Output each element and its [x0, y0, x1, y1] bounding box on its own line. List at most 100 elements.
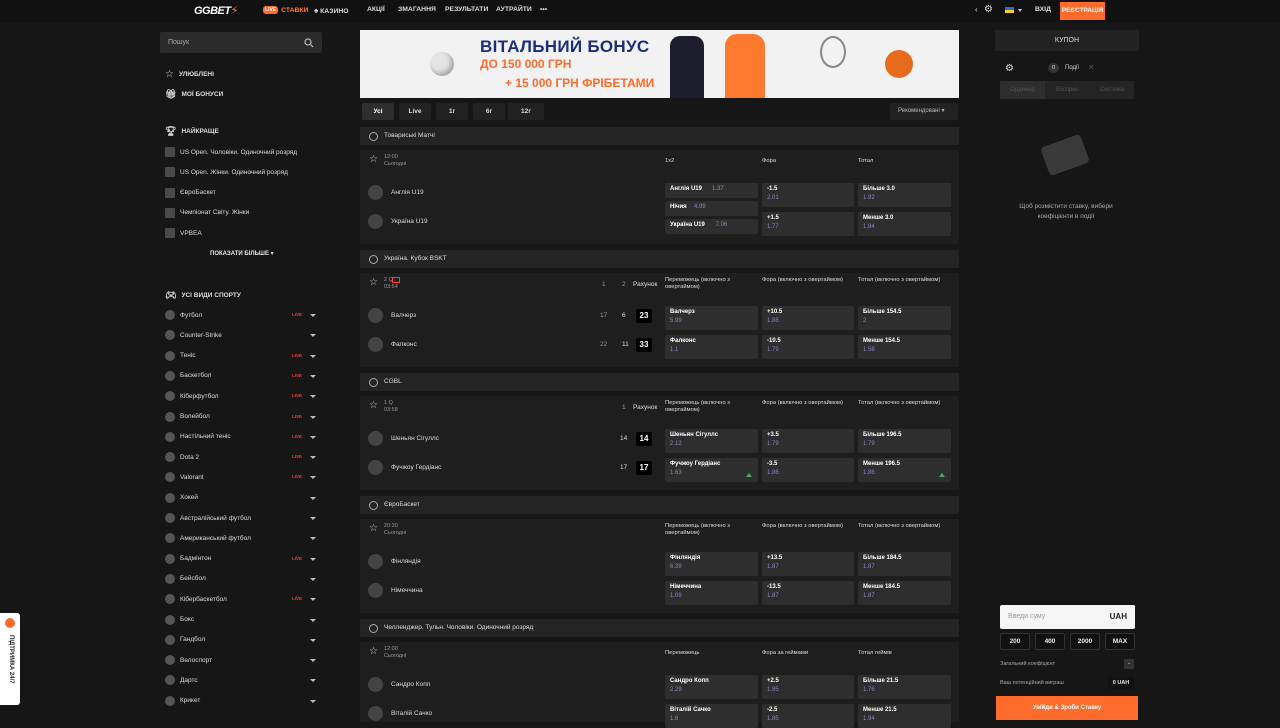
chevron-down-icon[interactable] [310, 334, 316, 338]
sidebar-sport-item[interactable]: Баскетбол [165, 369, 211, 383]
odds-button[interactable]: -10.5 1.79 [762, 335, 854, 359]
nav-casino[interactable]: ♠ КАЗИНО [314, 6, 349, 15]
chevron-down-icon[interactable] [310, 456, 316, 460]
chevron-down-icon[interactable] [310, 476, 316, 480]
team-row[interactable]: Фалконс [368, 336, 417, 352]
star-icon[interactable]: ☆ [369, 400, 378, 411]
quick-amount-400[interactable]: 400 [1035, 633, 1065, 650]
odds-button[interactable]: Віталій Сачко 1.6 [665, 704, 758, 728]
close-icon[interactable]: ✕ [1088, 63, 1095, 72]
live-stream-icon[interactable] [392, 277, 400, 283]
sidebar-sport-item[interactable]: Крикет [165, 694, 200, 708]
tab-1h[interactable]: 1г [436, 103, 468, 120]
welcome-bonus-banner[interactable]: ВІТАЛЬНИЙ БОНУС ДО 150 000 ГРН + 15 000 … [360, 30, 959, 98]
team-row[interactable]: Німеччина [368, 582, 423, 598]
tab-all[interactable]: Усі [362, 103, 394, 120]
odds-button[interactable]: -13.5 1.87 [762, 581, 854, 605]
star-icon[interactable]: ☆ [369, 523, 378, 534]
odds-button[interactable]: +2.5 1.85 [762, 675, 854, 699]
sidebar-sport-item[interactable]: Футбол [165, 308, 202, 322]
chevron-down-icon[interactable] [310, 638, 316, 642]
nav-promotions[interactable]: АКЦІЇ [367, 6, 385, 13]
more-icon[interactable]: ••• [540, 6, 547, 13]
quick-amount-max[interactable]: MAX [1105, 633, 1135, 650]
odds-button[interactable]: +13.5 1.87 [762, 552, 854, 576]
tab-single[interactable]: Ординар [1000, 81, 1045, 99]
sort-dropdown[interactable]: Рекомендовані ▾ [890, 103, 958, 120]
odds-button[interactable]: -1.5 2.01 [762, 183, 854, 207]
team-row[interactable]: Сандро Копп [368, 676, 430, 692]
sidebar-sport-item[interactable]: Кібербаскетбол [165, 592, 227, 606]
login-button[interactable]: ВХІД [1035, 6, 1051, 13]
quick-amount-2000[interactable]: 2000 [1070, 633, 1100, 650]
chevron-left-icon[interactable]: ‹ [975, 5, 978, 14]
star-icon[interactable]: ☆ [369, 154, 378, 165]
league-header[interactable]: CGBL [360, 373, 959, 391]
tab-express[interactable]: Експрес [1045, 81, 1090, 99]
odds-button[interactable]: Англія U19 1.37 [665, 183, 758, 198]
sidebar-sport-item[interactable]: Бадмінтон [165, 552, 211, 566]
chevron-down-icon[interactable] [310, 699, 316, 703]
team-row[interactable]: Фучжоу Гердіанс [368, 459, 441, 475]
sidebar-best-item[interactable]: US Open. Жінки. Одиночний розряд [165, 165, 288, 179]
team-row[interactable]: Віталій Сачко [368, 705, 432, 721]
tab-system[interactable]: Система [1090, 81, 1134, 99]
sidebar-sport-item[interactable]: Волейбол [165, 410, 210, 424]
sidebar-best-item[interactable]: Чемпіонат Світу. Жінки [165, 206, 249, 220]
team-row[interactable]: Валчерз [368, 307, 416, 323]
ggbet-logo[interactable]: GGBET⚡ [194, 4, 238, 17]
odds-button[interactable]: Менше 184.5 1.87 [858, 581, 951, 605]
place-bet-button[interactable]: Увійди & Зроби Ставку [996, 696, 1138, 720]
team-row[interactable]: Фінляндія [368, 553, 421, 569]
chevron-down-icon[interactable] [310, 395, 316, 399]
search-input[interactable]: Пошук [160, 32, 322, 53]
sidebar-sport-item[interactable]: Хокей [165, 491, 198, 505]
chevron-down-icon[interactable] [310, 435, 316, 439]
sidebar-sport-item[interactable]: Американський футбол [165, 531, 251, 545]
sidebar-sport-item[interactable]: Дартс [165, 673, 198, 687]
sidebar-best-item[interactable]: ЄвроБаскет [165, 186, 216, 200]
chevron-down-icon[interactable] [310, 679, 316, 683]
sidebar-my-bonuses[interactable]: 🎁︎ МОЇ БОНУСИ [165, 87, 223, 101]
show-more-button[interactable]: ПОКАЗАТИ БІЛЬШЕ ▾ [210, 250, 274, 257]
sidebar-sport-item[interactable]: Гандбол [165, 633, 205, 647]
chevron-down-icon[interactable] [310, 314, 316, 317]
sidebar-favorites[interactable]: ☆ УЛЮБЛЕНІ [165, 67, 214, 81]
nav-results[interactable]: РЕЗУЛЬТАТИ [445, 6, 488, 13]
odds-button[interactable]: Фалконс 1.1 [665, 335, 758, 359]
odds-button[interactable]: Нічия 4.99 [665, 201, 758, 216]
league-header[interactable]: Товариські Матчі [360, 127, 959, 145]
tab-6h[interactable]: 6г [473, 103, 505, 120]
sidebar-best-item[interactable]: VPBEA [165, 226, 202, 240]
sidebar-sport-item[interactable]: Велоспорт [165, 653, 212, 667]
odds-button[interactable]: Німеччина 1.09 [665, 581, 758, 605]
support-button[interactable]: ПІДТРИМКА 24/7 [0, 613, 20, 705]
sidebar-sport-item[interactable]: Бокс [165, 613, 194, 627]
odds-button[interactable]: Менше 196.5 1.86 [858, 458, 951, 482]
chevron-down-icon[interactable] [310, 577, 316, 581]
flag-ukraine-icon[interactable] [1005, 7, 1014, 13]
odds-button[interactable]: +10.5 1.86 [762, 306, 854, 330]
odds-button[interactable]: Сандро Копп 2.29 [665, 675, 758, 699]
nav-tournaments[interactable]: ЗМАГАННЯ [398, 6, 436, 13]
chevron-down-icon[interactable] [310, 618, 316, 622]
odds-button[interactable]: Валчерз 5.99 [665, 306, 758, 330]
team-row[interactable]: Англія U19 [368, 184, 424, 200]
gear-icon[interactable]: ⚙ [1005, 63, 1014, 74]
chevron-down-icon[interactable] [310, 374, 316, 378]
nav-outrights[interactable]: АУТРАЙТИ [496, 6, 532, 13]
odds-button[interactable]: Україна U19 7.06 [665, 219, 758, 234]
gear-icon[interactable]: ⚙ [984, 4, 993, 15]
odds-button[interactable]: Більше 184.5 1.87 [858, 552, 951, 576]
tab-12h[interactable]: 12г [508, 103, 544, 120]
odds-button[interactable]: Менше 3.0 1.84 [858, 212, 951, 236]
sidebar-best-item[interactable]: US Open. Чоловіки. Одиночний розряд [165, 145, 297, 159]
chevron-down-icon[interactable] [310, 517, 316, 520]
sidebar-sport-item[interactable]: Теніс [165, 349, 196, 363]
odds-button[interactable]: Менше 154.5 1.58 [858, 335, 951, 359]
odds-button[interactable]: Більше 196.5 1.79 [858, 429, 951, 453]
sidebar-sport-item[interactable]: Бейсбол [165, 572, 206, 586]
sidebar-sport-item[interactable]: Австралійський футбол [165, 511, 251, 525]
league-header[interactable]: ЄвроБаскет [360, 496, 959, 514]
star-icon[interactable]: ☆ [369, 277, 378, 288]
